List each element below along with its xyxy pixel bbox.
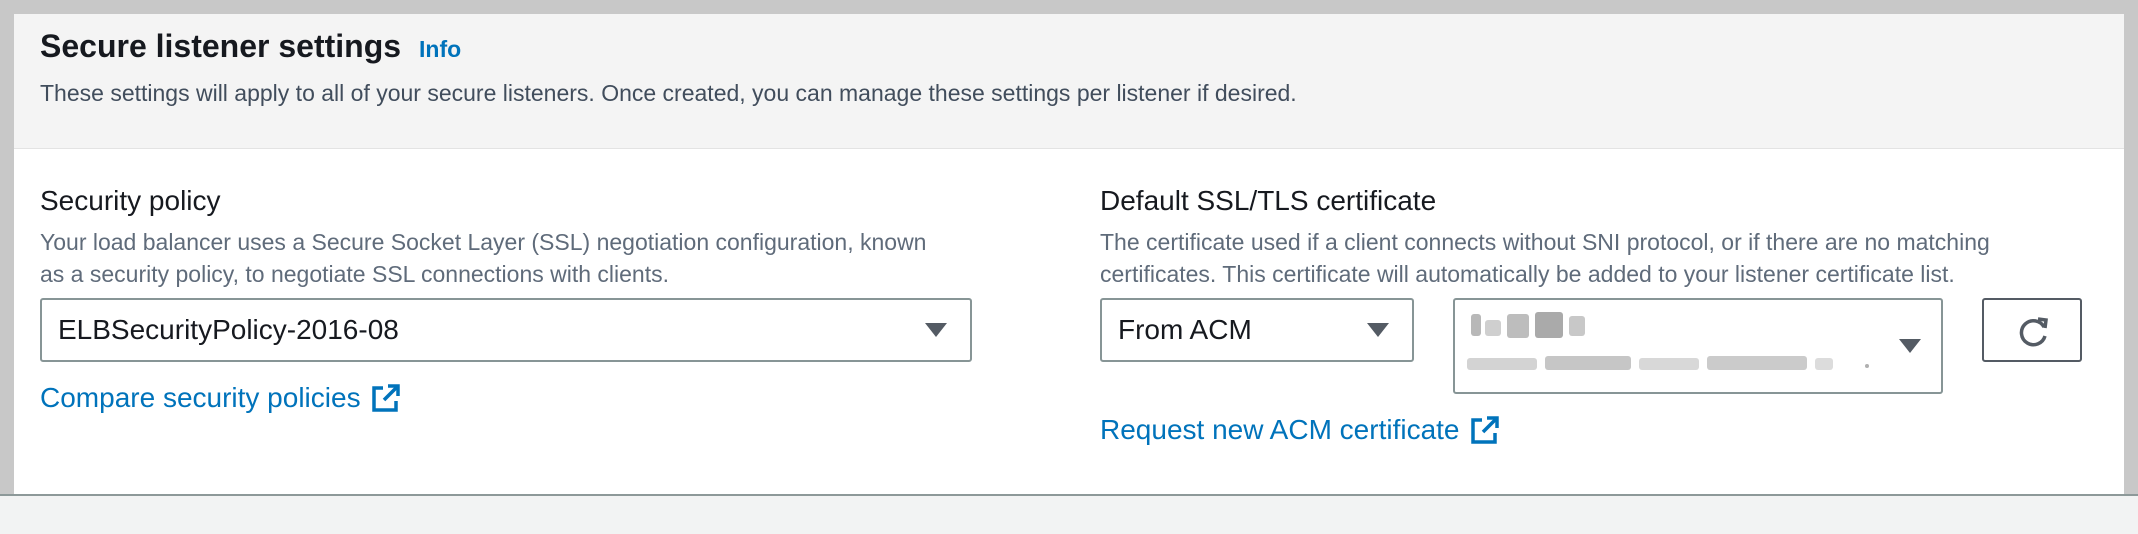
obscured-certificate-name bbox=[1535, 312, 1563, 338]
refresh-icon bbox=[2019, 317, 2048, 347]
caret-down-icon bbox=[1367, 323, 1389, 337]
obscured-certificate-name bbox=[1471, 314, 1481, 336]
header-description: These settings will apply to all of your… bbox=[40, 80, 1297, 106]
certificate-description: The certificate used if a client connect… bbox=[1100, 226, 2110, 290]
security-policy-description: Your load balancer uses a Secure Socket … bbox=[40, 226, 1040, 290]
caret-down-icon bbox=[925, 323, 947, 337]
header-title-row: Secure listener settings Info bbox=[40, 28, 461, 65]
panel-header: Secure listener settings Info These sett… bbox=[14, 14, 2124, 149]
secure-listener-settings-panel: Secure listener settings Info These sett… bbox=[14, 14, 2124, 494]
certificate-field: Default SSL/TLS certificate The certific… bbox=[1100, 184, 2110, 290]
obscured-certificate-id bbox=[1815, 358, 1833, 370]
page-title: Secure listener settings bbox=[40, 28, 402, 64]
security-policy-label: Security policy bbox=[40, 185, 221, 216]
security-policy-field: Security policy Your load balancer uses … bbox=[40, 184, 1040, 290]
compare-security-policies-link[interactable]: Compare security policies bbox=[40, 382, 401, 414]
obscured-certificate-id bbox=[1707, 356, 1807, 370]
compare-security-policies-label: Compare security policies bbox=[40, 382, 361, 413]
obscured-certificate-name bbox=[1569, 316, 1585, 336]
obscured-certificate-id bbox=[1639, 358, 1699, 370]
security-policy-description-line2: as a security policy, to negotiate SSL c… bbox=[40, 261, 669, 287]
certificate-source-select[interactable]: From ACM bbox=[1100, 298, 1414, 362]
external-link-icon bbox=[1470, 415, 1500, 445]
info-link[interactable]: Info bbox=[419, 36, 461, 63]
security-policy-select-value: ELBSecurityPolicy-2016-08 bbox=[58, 314, 399, 345]
request-acm-certificate-link[interactable]: Request new ACM certificate bbox=[1100, 414, 1500, 446]
request-acm-certificate-label: Request new ACM certificate bbox=[1100, 414, 1460, 445]
certificate-description-line1: The certificate used if a client connect… bbox=[1100, 229, 1990, 255]
certificate-select[interactable] bbox=[1453, 298, 1943, 394]
obscured-certificate-name bbox=[1485, 320, 1501, 336]
external-link-icon bbox=[371, 383, 401, 413]
security-policy-description-line1: Your load balancer uses a Secure Socket … bbox=[40, 229, 927, 255]
obscured-certificate-id bbox=[1545, 356, 1631, 370]
obscured-certificate-id bbox=[1865, 364, 1869, 368]
refresh-button[interactable] bbox=[1982, 298, 2082, 362]
certificate-description-line2: certificates. This certificate will auto… bbox=[1100, 261, 1955, 287]
next-section-edge bbox=[0, 494, 2138, 534]
security-policy-select[interactable]: ELBSecurityPolicy-2016-08 bbox=[40, 298, 972, 362]
obscured-certificate-name bbox=[1507, 314, 1529, 338]
certificate-label: Default SSL/TLS certificate bbox=[1100, 185, 1437, 216]
obscured-certificate-id bbox=[1467, 358, 1537, 370]
certificate-source-value: From ACM bbox=[1118, 314, 1252, 345]
caret-down-icon bbox=[1899, 339, 1921, 353]
